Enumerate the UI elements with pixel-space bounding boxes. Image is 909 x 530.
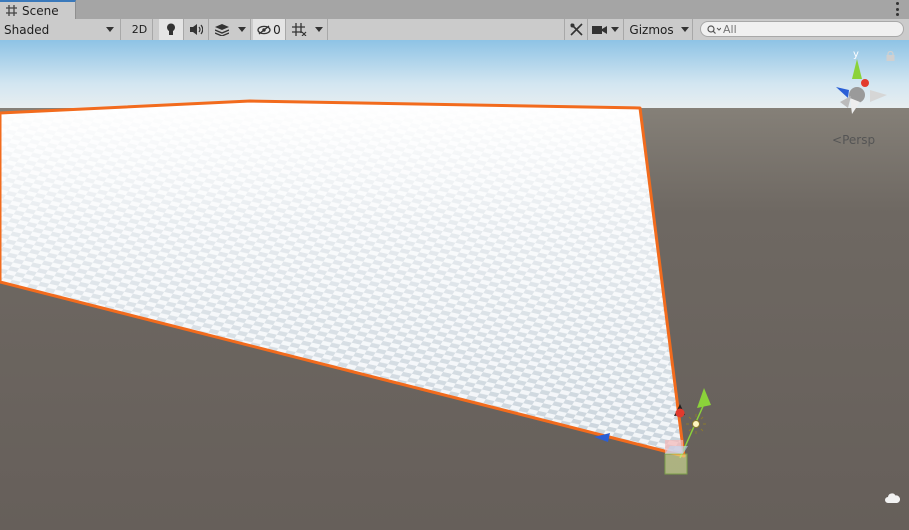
projection-toggle[interactable]: <Persp	[832, 133, 875, 147]
y-axis-label: y	[853, 49, 859, 60]
chevron-down-icon	[680, 27, 689, 32]
gizmos-dropdown[interactable]	[677, 19, 693, 40]
grid-icon	[6, 5, 17, 16]
tools-icon	[569, 23, 583, 36]
effects-toggle[interactable]	[209, 19, 234, 40]
layers-icon	[214, 23, 229, 36]
search-field[interactable]	[700, 21, 904, 37]
grid-dropdown[interactable]	[311, 19, 328, 40]
search-icon	[707, 24, 721, 34]
tab-scene[interactable]: Scene	[0, 0, 76, 19]
chevron-down-icon	[106, 27, 114, 32]
chevron-down-icon	[238, 27, 246, 32]
sun-icon	[686, 414, 706, 434]
eye-slash-icon	[257, 24, 271, 35]
hidden-count: 0	[273, 22, 281, 37]
camera-settings-button[interactable]	[588, 19, 624, 40]
gizmos-button[interactable]: Gizmos	[624, 19, 677, 40]
x-axis-handle	[675, 408, 685, 418]
draw-mode-value: Shaded	[4, 22, 50, 37]
lightbulb-icon	[167, 23, 175, 35]
scene-viewport[interactable]: y <Persp	[0, 40, 909, 530]
mode-2d-toggle[interactable]: 2D	[127, 19, 153, 40]
tab-label: Scene	[22, 3, 59, 18]
draw-mode-dropdown[interactable]: Shaded	[0, 19, 121, 40]
speaker-icon	[189, 24, 203, 35]
audio-toggle[interactable]	[184, 19, 209, 40]
lock-icon[interactable]	[886, 51, 895, 61]
chevron-down-icon	[315, 27, 323, 32]
effects-dropdown[interactable]	[234, 19, 251, 40]
gizmos-label: Gizmos	[629, 22, 674, 37]
mode-2d-label: 2D	[131, 23, 148, 36]
projection-label: Persp	[842, 133, 876, 147]
grid-snap-icon	[291, 23, 306, 36]
chevron-down-icon	[611, 27, 619, 32]
grid-toggle[interactable]	[287, 19, 311, 40]
lighting-toggle[interactable]	[159, 19, 184, 40]
tab-bar: Scene	[0, 0, 909, 20]
less-than-icon: <	[832, 133, 843, 147]
tools-button[interactable]	[564, 19, 588, 40]
search-input[interactable]	[721, 22, 893, 36]
scene-toolbar: Shaded 2D 0 Gizmos All	[0, 19, 909, 41]
camera-icon	[592, 25, 607, 34]
more-options-icon[interactable]	[895, 2, 899, 16]
x-cone-icon	[861, 79, 869, 87]
hidden-objects-toggle[interactable]: 0	[253, 19, 286, 40]
scene-canvas[interactable]: y	[0, 40, 909, 530]
